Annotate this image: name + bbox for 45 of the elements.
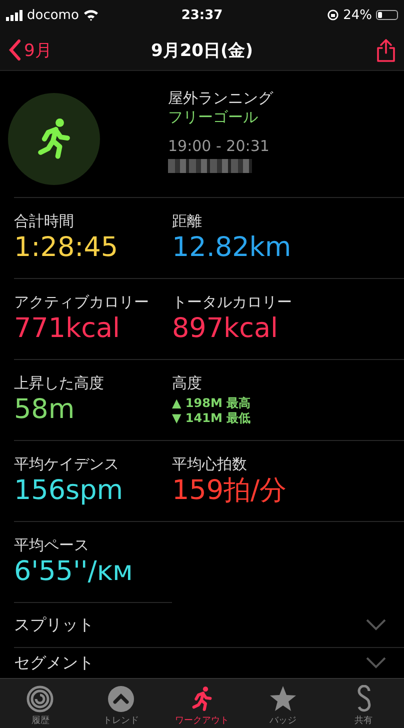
share-icon[interactable] [376,38,396,62]
metric-value: 1:28:45 [14,230,120,264]
altitude-reading: ▼ 141M 最低 [172,411,252,426]
signal-icon [6,10,23,20]
metric-label: 上昇した高度 [14,374,105,392]
star-icon [268,685,297,713]
clock-time: 23:37 [181,8,223,22]
rings-icon [26,685,54,713]
section-label: スプリット [14,614,94,636]
metric-value: 159拍/分 [172,474,288,508]
metric-value: 771kcal [14,312,122,346]
chevron-left-icon [8,39,22,61]
metric-label: 距離 [172,212,203,230]
altitude-reading: ▲ 198M 最高 [172,396,252,411]
rotation-lock-icon [327,9,340,21]
section-label: セグメント [14,652,94,674]
tab-item[interactable]: 履歴 [0,679,81,728]
section-row[interactable]: セグメント [14,648,404,678]
nav-title: 9月20日(金) [150,40,254,62]
tab-item[interactable]: 共有 [323,679,404,728]
battery-percent: 24% [343,8,372,22]
carrier-name: docomo [27,8,79,22]
chevron-up-icon [107,685,136,713]
metric-value: 58m [14,392,76,426]
metric-label: 合計時間 [14,212,75,230]
metric-label: 平均ケイデンス [14,454,120,474]
metric-value: 12.82km [172,230,292,264]
tab-item[interactable]: トレンド [80,679,162,728]
metric-label: アクティブカロリー [14,292,150,312]
section-row[interactable]: スプリット [14,603,404,648]
tab-item[interactable]: バッジ [242,679,324,728]
metric-label: トータルカロリー [172,292,293,312]
workout-time-range: 19:00 - 20:31 [168,137,270,155]
back-button[interactable]: 9月 [8,38,88,62]
wifi-icon [82,9,99,21]
metric-value: 6'55''/ᴋᴍ [14,554,134,588]
metric-label: 平均ペース [14,536,90,554]
metric-label: 高度 [172,374,203,393]
workout-type: 屋外ランニング [168,89,273,108]
metric-value: 897kcal [172,312,280,346]
metric-value: 156spm [14,474,124,508]
workout-goal: フリーゴール [168,108,259,127]
battery-icon [376,10,398,20]
metric-label: 平均心拍数 [172,454,248,474]
tab-item[interactable]: ワークアウト [162,679,242,728]
